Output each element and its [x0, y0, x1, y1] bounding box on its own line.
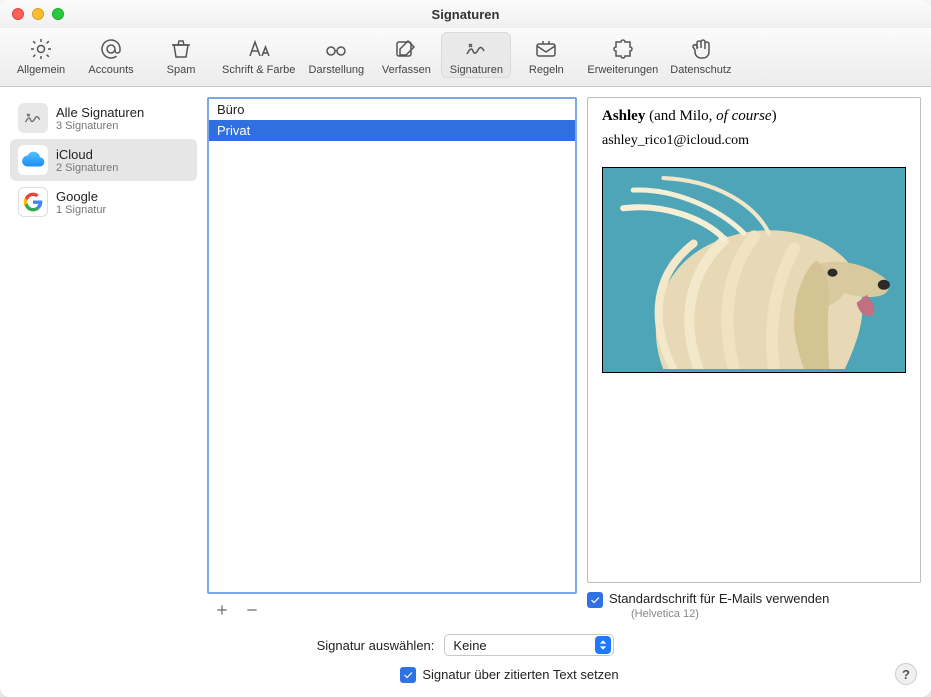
signature-editor[interactable]: Ashley (and Milo, of course) ashley_rico…: [587, 97, 921, 583]
account-sub: 2 Signaturen: [56, 162, 118, 174]
signature-name-italic: of course: [716, 108, 771, 124]
tab-label: Schrift & Farbe: [222, 64, 295, 76]
tab-label: Datenschutz: [670, 64, 731, 76]
account-name: Alle Signaturen: [56, 105, 144, 120]
popup-arrows-icon: [595, 636, 611, 654]
accounts-column: Alle Signaturen 3 Signaturen iCloud 2 Si…: [10, 97, 197, 620]
signature-name-bold: Ashley: [602, 108, 645, 124]
account-row-google[interactable]: Google 1 Signatur: [10, 181, 197, 223]
accounts-list: Alle Signaturen 3 Signaturen iCloud 2 Si…: [10, 97, 197, 223]
all-signatures-icon: [18, 103, 48, 133]
google-icon: [18, 187, 48, 217]
gear-icon: [27, 36, 55, 62]
tab-label: Allgemein: [17, 64, 65, 76]
tab-label: Erweiterungen: [587, 64, 658, 76]
tab-label: Accounts: [88, 64, 133, 76]
envelope-rules-icon: [532, 36, 560, 62]
use-default-font-sub: (Helvetica 12): [631, 608, 829, 620]
signature-name-tail: ): [772, 108, 777, 124]
close-window-button[interactable]: [12, 8, 24, 20]
choose-signature-popup[interactable]: Keine: [444, 634, 614, 656]
glasses-icon: [322, 36, 350, 62]
prefs-tab-accounts[interactable]: Accounts: [76, 32, 146, 78]
choose-signature-value: Keine: [453, 638, 486, 653]
prefs-tab-general[interactable]: Allgemein: [6, 32, 76, 78]
font-aa-icon: [245, 36, 273, 62]
footer: Signatur auswählen: Keine Signatur über …: [0, 628, 931, 697]
signature-icon: [462, 36, 490, 62]
prefs-tab-privacy[interactable]: Datenschutz: [664, 32, 737, 78]
use-default-font-label: Standardschrift für E-Mails verwenden: [609, 591, 829, 606]
use-default-font-row: Standardschrift für E-Mails verwenden (H…: [587, 583, 921, 620]
tab-label: Verfassen: [382, 64, 431, 76]
prefs-tab-extensions[interactable]: Erweiterungen: [581, 32, 664, 78]
dog-photo-icon: [603, 168, 905, 369]
window-title: Signaturen: [0, 7, 931, 22]
signatures-panel: Alle Signaturen 3 Signaturen iCloud 2 Si…: [0, 87, 931, 628]
help-glyph: ?: [902, 667, 910, 682]
tab-label: Regeln: [529, 64, 564, 76]
above-quoted-checkbox[interactable]: [400, 667, 416, 683]
choose-signature-row: Signatur auswählen: Keine: [317, 634, 615, 656]
above-quoted-row: Signatur über zitierten Text setzen: [400, 666, 618, 683]
prefs-tab-rules[interactable]: Regeln: [511, 32, 581, 78]
above-quoted-label: Signatur über zitierten Text setzen: [422, 667, 618, 682]
hand-privacy-icon: [687, 36, 715, 62]
signature-email: ashley_rico1@icloud.com: [602, 133, 906, 149]
prefs-toolbar: Allgemein Accounts Spam Schrift & Farbe …: [0, 28, 931, 87]
zoom-window-button[interactable]: [52, 8, 64, 20]
choose-signature-label: Signatur auswählen:: [317, 638, 435, 653]
signatures-column: Büro Privat: [207, 97, 577, 620]
account-name: Google: [56, 189, 106, 204]
compose-icon: [392, 36, 420, 62]
account-sub: 1 Signatur: [56, 204, 106, 216]
account-sub: 3 Signaturen: [56, 120, 144, 132]
prefs-tab-viewing[interactable]: Darstellung: [301, 32, 371, 78]
help-button[interactable]: ?: [895, 663, 917, 685]
icloud-icon: [18, 145, 48, 175]
prefs-tab-fonts[interactable]: Schrift & Farbe: [216, 32, 301, 78]
signatures-list[interactable]: Büro Privat: [207, 97, 577, 594]
puzzle-piece-icon: [609, 36, 637, 62]
trash-bin-icon: [167, 36, 195, 62]
at-sign-icon: [97, 36, 125, 62]
tab-label: Darstellung: [309, 64, 365, 76]
signature-image: [602, 167, 906, 373]
prefs-tab-junk[interactable]: Spam: [146, 32, 216, 78]
prefs-tab-signatures[interactable]: Signaturen: [441, 32, 511, 78]
account-text: iCloud 2 Signaturen: [56, 147, 118, 174]
preferences-window: Signaturen Allgemein Accounts Spam Sc: [0, 0, 931, 697]
account-row-icloud[interactable]: iCloud 2 Signaturen: [10, 139, 197, 181]
use-default-font-checkbox[interactable]: [587, 592, 603, 608]
account-name: iCloud: [56, 147, 118, 162]
signature-row[interactable]: Privat: [209, 120, 575, 141]
remove-signature-button[interactable]: [241, 600, 263, 620]
preview-column: Ashley (and Milo, of course) ashley_rico…: [587, 97, 921, 620]
add-signature-button[interactable]: [211, 600, 233, 620]
minimize-window-button[interactable]: [32, 8, 44, 20]
tab-label: Spam: [167, 64, 196, 76]
titlebar: Signaturen: [0, 0, 931, 28]
signature-row[interactable]: Büro: [209, 99, 575, 120]
signature-name-plain: (and Milo,: [645, 108, 716, 124]
account-text: Google 1 Signatur: [56, 189, 106, 216]
add-remove-bar: [207, 594, 577, 620]
tab-label: Signaturen: [450, 64, 503, 76]
prefs-tab-composing[interactable]: Verfassen: [371, 32, 441, 78]
account-row-all-signatures[interactable]: Alle Signaturen 3 Signaturen: [10, 97, 197, 139]
signature-name-line: Ashley (and Milo, of course): [602, 108, 906, 125]
account-text: Alle Signaturen 3 Signaturen: [56, 105, 144, 132]
traffic-lights: [12, 8, 64, 20]
